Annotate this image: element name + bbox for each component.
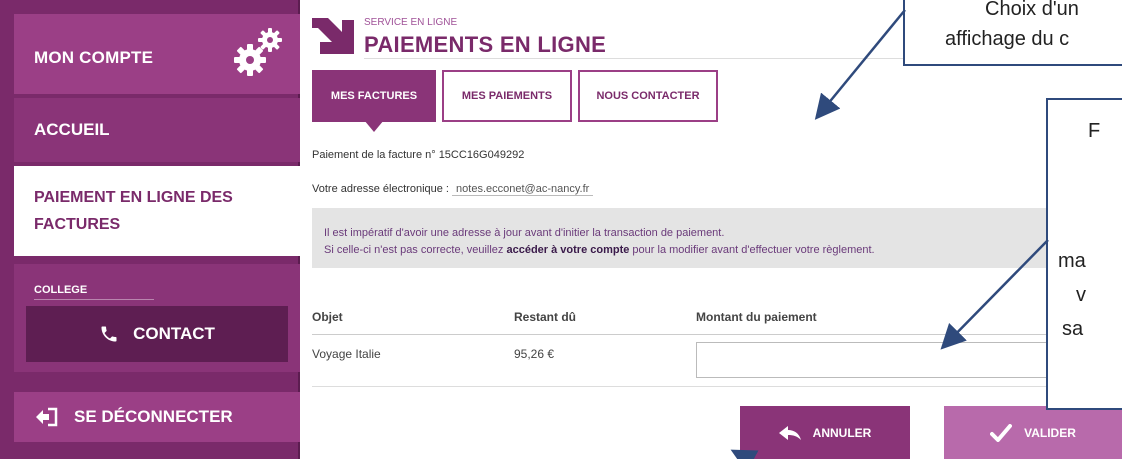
page-title: PAIEMENTS EN LIGNE [364,32,607,57]
cell-remaining: 95,26 € [514,347,555,361]
email-label: Votre adresse électronique : [312,183,449,195]
invoice-number: Paiement de la facture n° 15CC16G049292 [312,149,525,161]
email-value: notes.ecconet@ac-nancy.fr [452,183,594,196]
column-header-amount: Montant du paiement [696,310,817,324]
callout-text: ma [1058,250,1086,272]
callout-text: v [1076,284,1086,306]
annotation-callout-display-choice: Choix d'un affichage du c [903,0,1122,66]
contact-button-label: CONTACT [133,324,215,343]
divider [34,299,154,300]
validate-button[interactable]: VALIDER [944,406,1122,459]
sidebar-item-label: PAIEMENT EN LIGNE DES FACTURES [34,189,233,233]
sidebar-item-label: ACCUEIL [34,120,110,139]
logout-button[interactable]: SE DÉCONNECTER [14,392,300,442]
sidebar-item-label: MON COMPTE [34,48,154,67]
sidebar: MON COMPTE ACCUEIL PAIEMENT EN LIGNE DES… [0,0,300,459]
notice-text: Si celle-ci n'est pas correcte, veuillez [324,244,504,256]
tab-label: MES PAIEMENTS [461,90,553,102]
cancel-button[interactable]: ANNULER [740,406,910,459]
sidebar-section-college: COLLEGE CONTACT [14,264,300,372]
undo-arrow-icon [778,425,801,440]
phone-icon [101,326,117,342]
brand-logo-icon [312,18,354,54]
tab-label: NOUS CONTACTER [596,90,700,102]
section-label: COLLEGE [34,284,88,296]
callout-text: F [1088,120,1101,142]
column-header-object: Objet [312,310,343,324]
tab-my-payments[interactable]: MES PAIEMENTS [442,70,572,122]
tab-contact-us[interactable]: NOUS CONTACTER [578,70,718,122]
logout-icon [36,407,58,427]
notice-line-1: Il est impératif d'avoir une adresse à j… [324,227,725,239]
email-notice: Il est impératif d'avoir une adresse à j… [312,208,1122,268]
tab-label: MES FACTURES [330,90,418,102]
main-content: SERVICE EN LIGNE PAIEMENTS EN LIGNE MES … [302,0,1122,459]
column-header-remaining: Restant dû [514,310,577,324]
sidebar-item-online-payment[interactable]: PAIEMENT EN LIGNE DES FACTURES [14,166,300,256]
callout-text: Choix d'un [985,0,1079,20]
tab-my-invoices[interactable]: MES FACTURES [312,70,436,132]
validate-button-label: VALIDER [1024,425,1076,440]
divider [312,386,1122,387]
sidebar-item-my-account[interactable]: MON COMPTE [14,14,300,94]
logout-label: SE DÉCONNECTER [74,407,233,426]
callout-text: affichage du c [945,28,1070,50]
gears-icon [234,28,282,76]
cell-object: Voyage Italie [312,347,381,361]
annotation-callout-amount: F ma v sa [1046,98,1122,410]
notice-text: pour la modifier avant d'effectuer votre… [632,244,875,256]
cancel-button-label: ANNULER [812,425,872,440]
service-label: SERVICE EN LIGNE [364,17,458,28]
email-row: Votre adresse électronique : notes.eccon… [312,183,594,196]
contact-button[interactable]: CONTACT [26,306,288,362]
notice-line-2: Si celle-ci n'est pas correcte, veuillez… [324,242,1110,259]
account-link[interactable]: accéder à votre compte [506,244,629,256]
sidebar-item-home[interactable]: ACCUEIL [14,98,300,162]
checkmark-icon [990,423,1013,442]
callout-text: sa [1062,318,1084,340]
divider [312,334,1122,335]
